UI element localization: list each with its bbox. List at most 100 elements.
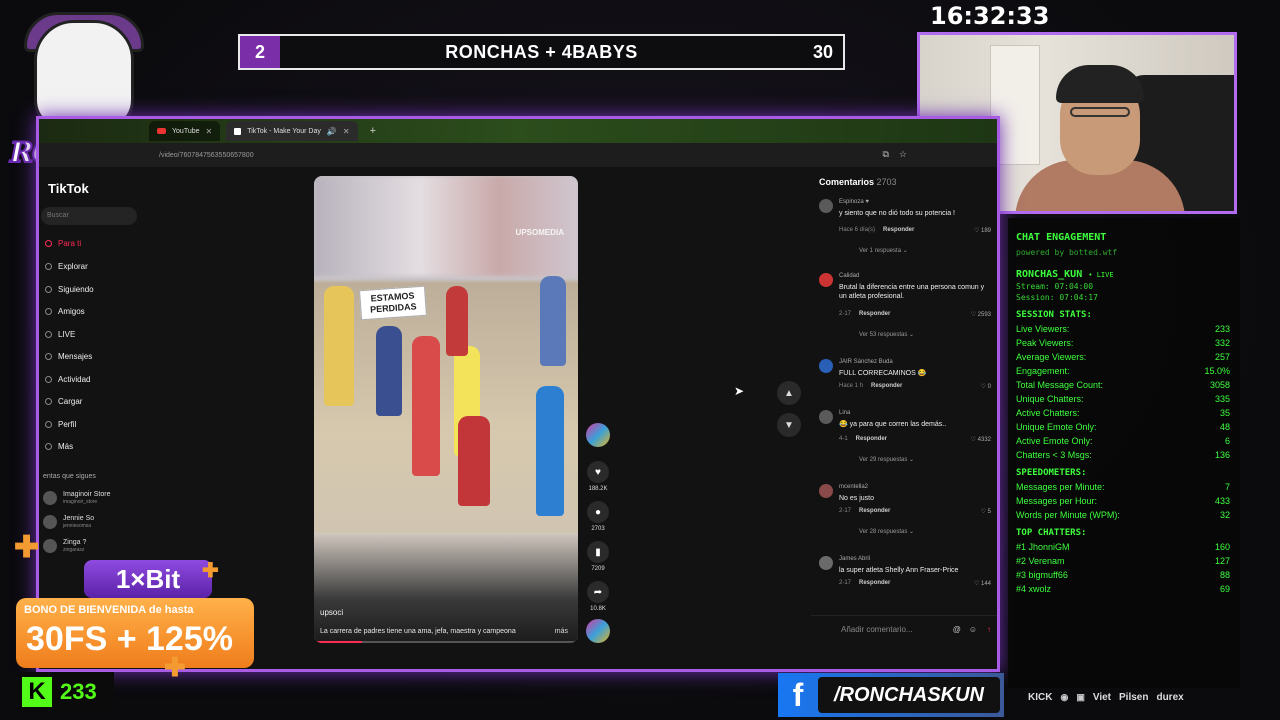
comment-user[interactable]: James Abril [839, 556, 870, 562]
address-bar[interactable]: /video/7607847563550657800 ⧉ ☆ [39, 143, 997, 167]
music-icon [586, 619, 610, 643]
video-progress[interactable] [314, 641, 578, 643]
comment-meta: 4-1 Responder [839, 436, 887, 442]
nav-para-ti[interactable]: Para ti [45, 239, 81, 248]
nav-mas[interactable]: Más [45, 442, 73, 451]
nav-siguiendo[interactable]: Siguiendo [45, 285, 94, 294]
star-icon[interactable]: ☆ [899, 149, 907, 160]
account-handle: zingarasz [63, 547, 85, 553]
tab-youtube[interactable]: YouTube ✕ [149, 121, 221, 141]
stat-label: Words per Minute (WPM): [1016, 510, 1120, 520]
new-tab-button[interactable]: + [364, 125, 382, 137]
reply-button[interactable]: Responder [859, 508, 890, 514]
comment-user[interactable]: Espinoza ♥ [839, 199, 869, 205]
view-replies[interactable]: Ver 29 respuestas ⌄ [859, 456, 914, 463]
tab-tiktok[interactable]: TikTok - Make Your Day 🔊 ✕ [226, 121, 358, 141]
comment-likes[interactable]: ♡ 0 [981, 383, 991, 390]
stats-row: Active Chatters: 35 [1016, 408, 1232, 418]
nav-label: Cargar [58, 397, 83, 406]
share-button[interactable]: ➦ 10.8K [586, 581, 610, 612]
account-name: Jennie So [63, 515, 95, 522]
nav-actividad[interactable]: Actividad [45, 375, 90, 384]
stats-sections: SESSION STATS: Live Viewers: 233 Peak Viewe… [1016, 310, 1232, 594]
reply-button[interactable]: Responder [859, 580, 890, 586]
reply-button[interactable]: Responder [859, 311, 890, 317]
comment-likes[interactable]: ♡ 2593 [971, 311, 991, 318]
account-name: Zinga ? [63, 539, 87, 546]
comment-likes[interactable]: ♡ 4332 [971, 436, 991, 443]
comment-placeholder: Añadir comentario... [841, 625, 913, 634]
activity-icon [45, 376, 52, 383]
account-item[interactable]: Jennie So jenniesomsa [43, 515, 94, 529]
speaker-icon[interactable]: 🔊 [327, 127, 337, 136]
avatar[interactable] [819, 273, 833, 287]
like-button[interactable]: ♥ 188.2K [586, 461, 610, 492]
nav-cargar[interactable]: Cargar [45, 397, 82, 406]
tab-label: TikTok - Make Your Day [247, 127, 321, 135]
comment-user[interactable]: mcentella2 [839, 484, 868, 490]
tiktok-logo[interactable]: TikTok [48, 181, 89, 196]
stat-value: 6 [1224, 436, 1230, 446]
view-replies[interactable]: Ver 28 respuestas ⌄ [859, 528, 914, 535]
person-figure [458, 416, 490, 506]
stats-username: RONCHAS_KUN • LIVE [1016, 269, 1232, 280]
avatar[interactable] [819, 359, 833, 373]
nav-amigos[interactable]: Amigos [45, 307, 85, 316]
more-link[interactable]: más [555, 628, 568, 635]
reply-button[interactable]: Responder [871, 383, 902, 389]
comment-likes[interactable]: ♡ 144 [974, 580, 991, 587]
video-player[interactable]: UPSOMEDIA ESTAMOS PERDIDAS upsoci La car… [314, 176, 578, 643]
person-figure [376, 326, 402, 416]
account-item[interactable]: Zinga ? zingarasz [43, 539, 86, 553]
avatar[interactable] [819, 556, 833, 570]
comments-count: 2703 [876, 177, 897, 187]
close-icon[interactable]: ✕ [343, 127, 350, 136]
search-input[interactable]: Buscar [41, 207, 137, 225]
nav-live[interactable]: LIVE [45, 330, 75, 339]
prev-video-button[interactable]: ▲ [777, 381, 801, 405]
progress-fill [314, 641, 362, 643]
comment-likes[interactable]: ♡ 5 [981, 508, 991, 515]
avatar[interactable] [819, 410, 833, 424]
music-disc[interactable] [586, 619, 610, 643]
nav-label: Más [58, 442, 74, 451]
comment-user[interactable]: Calidad [839, 273, 859, 279]
close-icon[interactable]: ✕ [206, 127, 213, 136]
comment-user[interactable]: Lina [839, 410, 850, 416]
send-icon[interactable]: ↑ [987, 625, 991, 634]
comment-button[interactable]: ● 2703 [586, 501, 610, 532]
mention-icon[interactable]: @ [953, 625, 961, 634]
logo-mascot [34, 20, 134, 130]
streamer-cap [1056, 65, 1144, 103]
view-replies[interactable]: Ver 1 respuesta ⌄ [859, 247, 908, 254]
nav-perfil[interactable]: Perfil [45, 420, 76, 429]
comment-user[interactable]: JAIR Sánchez Buda [839, 359, 893, 365]
stat-value: 233 [1214, 324, 1230, 334]
nav-mensajes[interactable]: Mensajes [45, 352, 92, 361]
reply-button[interactable]: Responder [856, 436, 887, 442]
stat-value: 127 [1214, 556, 1230, 566]
creator-avatar[interactable] [586, 423, 610, 447]
next-video-button[interactable]: ▼ [777, 413, 801, 437]
sponsor-kick: KICK [1028, 691, 1053, 703]
like-count: 5 [987, 509, 991, 515]
video-author[interactable]: upsoci [320, 608, 343, 617]
comment-input[interactable]: Añadir comentario... @ ☺ ↑ [811, 615, 997, 643]
share-count: 10.8K [590, 606, 606, 612]
view-replies[interactable]: Ver 53 respuestas ⌄ [859, 331, 914, 338]
friends-icon [45, 308, 52, 315]
account-item[interactable]: Imaginoir Store imaginoir_store [43, 491, 110, 505]
reply-button[interactable]: Responder [883, 227, 914, 233]
avatar[interactable] [819, 199, 833, 213]
avatar[interactable] [819, 484, 833, 498]
stat-value: 160 [1214, 542, 1230, 552]
stat-label: #1 JhonniGM [1016, 542, 1070, 552]
following-header: entas que sigues [43, 473, 96, 480]
comment-likes[interactable]: ♡ 189 [974, 227, 991, 234]
cast-icon[interactable]: ⧉ [882, 149, 888, 160]
bookmark-button[interactable]: ▮ 7209 [586, 541, 610, 572]
chat-engagement-panel: CHAT ENGAGEMENT powered by botted.wtf RO… [1008, 218, 1240, 688]
nav-explorar[interactable]: Explorar [45, 262, 88, 271]
account-handle: imaginoir_store [63, 499, 98, 505]
emoji-icon[interactable]: ☺ [969, 625, 977, 634]
